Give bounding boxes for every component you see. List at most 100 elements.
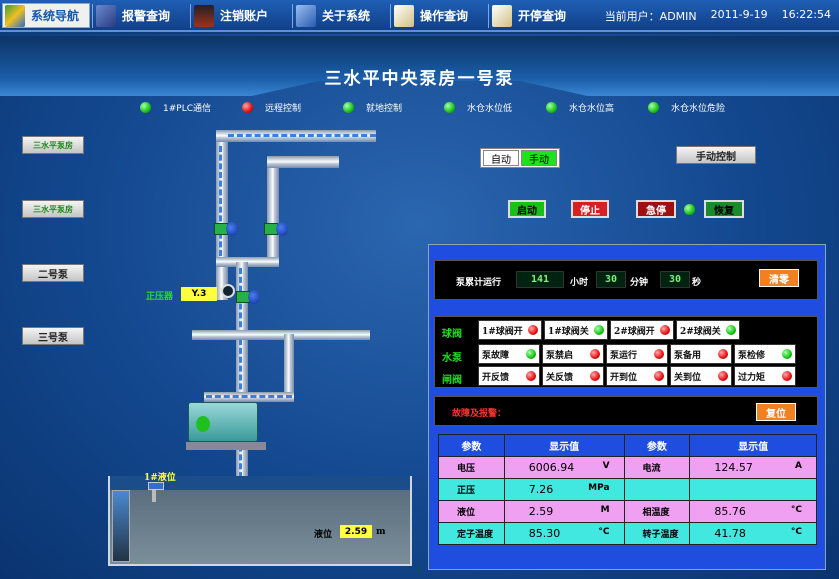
valve-main[interactable] bbox=[236, 290, 260, 304]
valve-left[interactable] bbox=[214, 222, 238, 236]
status-led bbox=[546, 102, 557, 113]
table-row: 液位 2.59 M 相温度 85.76 °C bbox=[438, 500, 817, 523]
indicator-label: 就地控制 bbox=[366, 104, 403, 114]
status-cell: 开反馈 bbox=[478, 366, 540, 386]
param-value: 85.76 bbox=[714, 505, 746, 518]
table-row: 电压 6006.94 V 电流 124.57 A bbox=[438, 456, 817, 479]
valve-right[interactable] bbox=[264, 222, 288, 236]
start-button[interactable]: 启动 bbox=[508, 200, 546, 218]
pump-base bbox=[186, 442, 266, 450]
navigation-icon bbox=[5, 4, 25, 27]
table-row: 定子温度 85.30 °C 转子温度 41.78 °C bbox=[438, 522, 817, 545]
table-row: 正压 7.26 MPa bbox=[438, 478, 817, 501]
status-led bbox=[648, 102, 659, 113]
emergency-stop-button[interactable]: 急停 bbox=[636, 200, 676, 218]
pipe-right-outlet bbox=[267, 156, 339, 168]
status-cell-label: 泵禁启 bbox=[546, 350, 574, 361]
status-led bbox=[590, 349, 600, 359]
menu-label: 系统导航 bbox=[31, 9, 80, 23]
pump-button-selected[interactable]: 三水平泵房 bbox=[22, 200, 84, 218]
minutes-unit: 分钟 bbox=[630, 278, 649, 288]
estop-status-led bbox=[684, 204, 695, 215]
tank-level-value: 2.59 bbox=[340, 525, 372, 538]
menu-label: 报警查询 bbox=[122, 9, 171, 23]
indicator-label: 水仓水位高 bbox=[569, 104, 615, 114]
menu-system-navigation[interactable]: 系统导航 bbox=[2, 3, 90, 28]
mode-toggle: 自动 手动 bbox=[480, 148, 560, 168]
status-cell-label: 泵运行 bbox=[610, 350, 638, 361]
menu-start-stop-query[interactable]: 开停查询 bbox=[492, 3, 588, 28]
table-cell: 相温度 bbox=[623, 500, 691, 523]
status-cell: 泵备用 bbox=[670, 344, 732, 364]
status-led bbox=[140, 102, 151, 113]
status-cell: 1#球阀开 bbox=[478, 320, 542, 340]
table-cell: 7.26 MPa bbox=[503, 478, 625, 501]
menu-alarm-query[interactable]: 报警查询 bbox=[96, 3, 186, 28]
status-cell: 关反馈 bbox=[542, 366, 604, 386]
indicator-remote-control: 远程控制 bbox=[242, 101, 301, 114]
hours-unit: 小时 bbox=[570, 278, 589, 288]
pressure-gauge-value: Y.3 bbox=[181, 287, 217, 301]
status-led bbox=[654, 349, 664, 359]
status-led bbox=[343, 102, 354, 113]
pipe-crossbar bbox=[192, 330, 370, 340]
runtime-seconds: 30 bbox=[660, 271, 690, 288]
menu-label: 开停查询 bbox=[518, 9, 567, 23]
indicator-water-low: 水仓水位低 bbox=[444, 101, 512, 114]
pump-button-2[interactable]: 二号泵 bbox=[22, 264, 84, 282]
pump-button-3[interactable]: 三号泵 bbox=[22, 327, 84, 345]
clear-runtime-button[interactable]: 清零 bbox=[759, 269, 799, 287]
status-led bbox=[594, 325, 604, 335]
status-cell: 泵检修 bbox=[734, 344, 796, 364]
pump-button-1[interactable]: 三水平泵房 bbox=[22, 136, 84, 154]
status-row: 泵故障 泵禁启 泵运行 泵备用 泵检修 bbox=[478, 344, 796, 364]
level-sensor-probe bbox=[152, 490, 156, 502]
menu-about[interactable]: 关于系统 bbox=[296, 3, 388, 28]
seconds-unit: 秒 bbox=[692, 278, 702, 288]
table-cell: 电压 bbox=[438, 456, 505, 479]
runtime-hours: 141 bbox=[516, 271, 564, 288]
param-name: 电流 bbox=[642, 464, 661, 474]
fault-reset-button[interactable]: 复位 bbox=[756, 403, 796, 421]
param-unit: °C bbox=[790, 527, 802, 537]
header-cell: 显示值 bbox=[503, 434, 625, 457]
status-cell-label: 泵检修 bbox=[738, 350, 766, 361]
manual-control-button[interactable]: 手动控制 bbox=[676, 146, 756, 164]
status-led bbox=[590, 371, 600, 381]
status-cell: 2#球阀开 bbox=[610, 320, 674, 340]
table-header: 参数 显示值 参数 显示值 bbox=[438, 434, 817, 457]
param-value: 6006.94 bbox=[528, 461, 575, 474]
menu-operation-query[interactable]: 操作查询 bbox=[394, 3, 486, 28]
status-row: 1#球阀开 1#球阀关 2#球阀开 2#球阀关 bbox=[478, 320, 740, 340]
status-led bbox=[654, 371, 664, 381]
stop-button[interactable]: 停止 bbox=[571, 200, 609, 218]
pipe-right-vertical bbox=[267, 160, 279, 262]
status-cell: 1#球阀关 bbox=[544, 320, 608, 340]
menu-label: 操作查询 bbox=[420, 9, 469, 23]
param-unit: MPa bbox=[588, 483, 610, 493]
row-label-pump: 水泵 bbox=[442, 353, 462, 364]
status-cell-label: 泵备用 bbox=[674, 350, 702, 361]
table-cell bbox=[689, 478, 817, 501]
table-cell: 2.59 M bbox=[503, 500, 625, 523]
reset-button[interactable]: 恢复 bbox=[704, 200, 744, 218]
auto-mode-button[interactable]: 自动 bbox=[483, 150, 519, 166]
runtime-label: 泵累计运行 bbox=[456, 278, 502, 288]
table-cell: 正压 bbox=[438, 478, 505, 501]
status-info: 当前用户：ADMIN 2011-9-19 16:22:54 bbox=[605, 8, 831, 24]
status-cell-label: 关到位 bbox=[674, 372, 702, 383]
table-cell: 液位 bbox=[438, 500, 505, 523]
param-unit: °C bbox=[598, 527, 610, 537]
indicator-water-high: 水仓水位高 bbox=[546, 101, 614, 114]
table-cell: 电流 bbox=[623, 456, 691, 479]
table-cell: 124.57 A bbox=[689, 456, 817, 479]
param-unit: M bbox=[600, 505, 610, 515]
manual-mode-button[interactable]: 手动 bbox=[521, 150, 557, 166]
page-title: 三水平中央泵房一号泵 bbox=[324, 69, 515, 89]
param-value: 41.78 bbox=[714, 527, 746, 540]
menu-logout[interactable]: 注销账户 bbox=[194, 3, 290, 28]
status-led bbox=[718, 349, 728, 359]
pump-status-icon bbox=[196, 416, 210, 432]
status-led bbox=[718, 371, 728, 381]
header-cell: 显示值 bbox=[689, 434, 817, 457]
